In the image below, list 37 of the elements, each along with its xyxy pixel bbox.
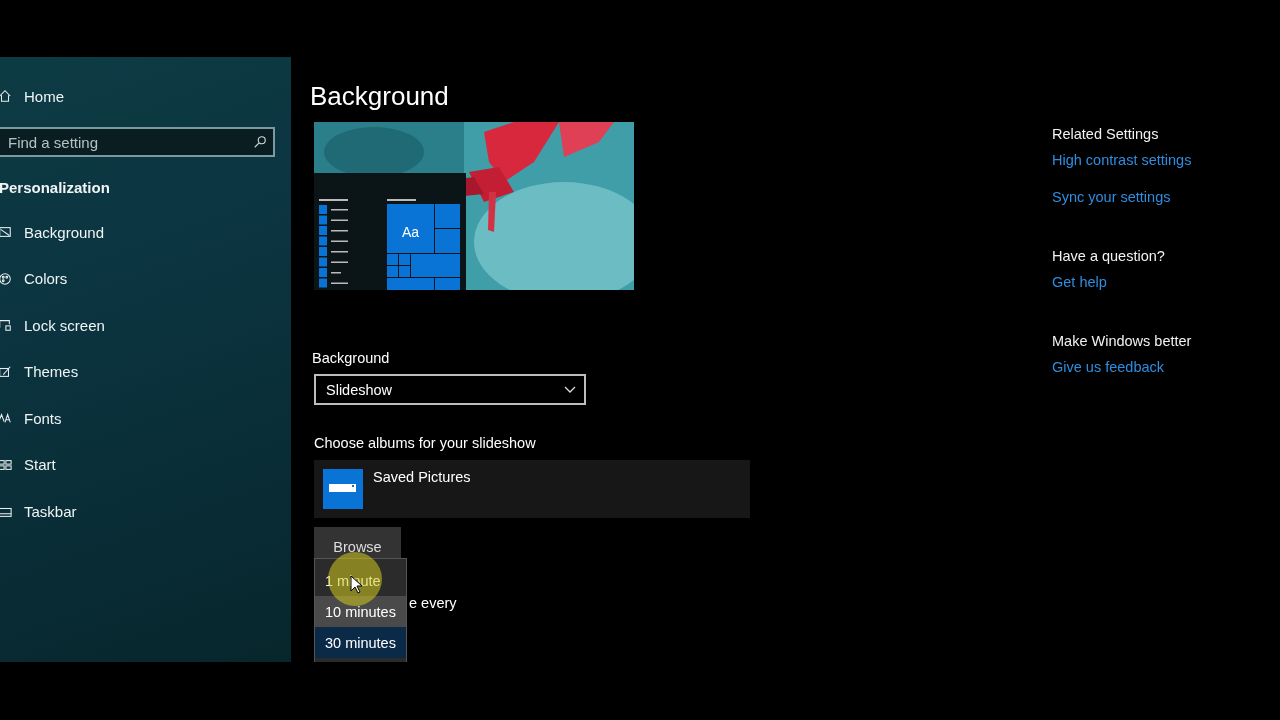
related-heading: Have a question? — [1052, 248, 1165, 264]
sidebar-item[interactable]: Fonts — [0, 407, 291, 430]
search-field[interactable]: Find a setting — [0, 127, 275, 157]
chevron-icon — [564, 385, 576, 394]
related-link[interactable]: Get help — [1052, 274, 1107, 290]
album-item[interactable]: Saved Pictures — [314, 460, 750, 518]
albums-label: Choose albums for your slideshow — [314, 435, 537, 451]
sidebar-item[interactable]: Background — [0, 221, 291, 243]
sidebar-item[interactable]: Taskbar — [0, 500, 291, 523]
home-icon — [0, 89, 12, 103]
sidebar-item[interactable]: Colors — [0, 267, 291, 290]
related-link[interactable]: High contrast settings — [1052, 152, 1192, 168]
tile-label: Aa — [402, 224, 420, 240]
browse-button[interactable]: Browse — [314, 527, 401, 559]
related-heading: Related Settings — [1052, 126, 1159, 142]
home-link[interactable]: Home — [0, 85, 64, 107]
sidebar-item[interactable]: Start — [0, 453, 291, 476]
sidebar-item[interactable]: Themes — [0, 360, 291, 383]
sidebar-item[interactable]: Lock screen — [0, 314, 291, 337]
section-heading: Personalization — [0, 179, 111, 196]
lock-screen-icon — [0, 318, 12, 333]
related-link[interactable]: Give us feedback — [1052, 359, 1165, 375]
folder-icon — [323, 469, 363, 509]
fonts-icon — [0, 411, 12, 426]
picture-icon — [0, 225, 12, 239]
interval-label: e every — [409, 595, 457, 611]
start-icon — [0, 457, 12, 472]
related-heading: Make Windows better — [1052, 333, 1192, 349]
search-icon — [253, 135, 267, 149]
brush-icon — [0, 364, 12, 379]
page-title: Background — [310, 81, 450, 112]
background-dropdown[interactable]: Slideshow — [314, 374, 586, 405]
related-link[interactable]: Sync your settings — [1052, 189, 1171, 205]
field-label: Background — [312, 350, 391, 366]
menu-option[interactable]: 10 minutes — [315, 596, 406, 627]
palette-icon — [0, 271, 12, 286]
menu-option[interactable]: 30 minutes — [315, 627, 406, 658]
